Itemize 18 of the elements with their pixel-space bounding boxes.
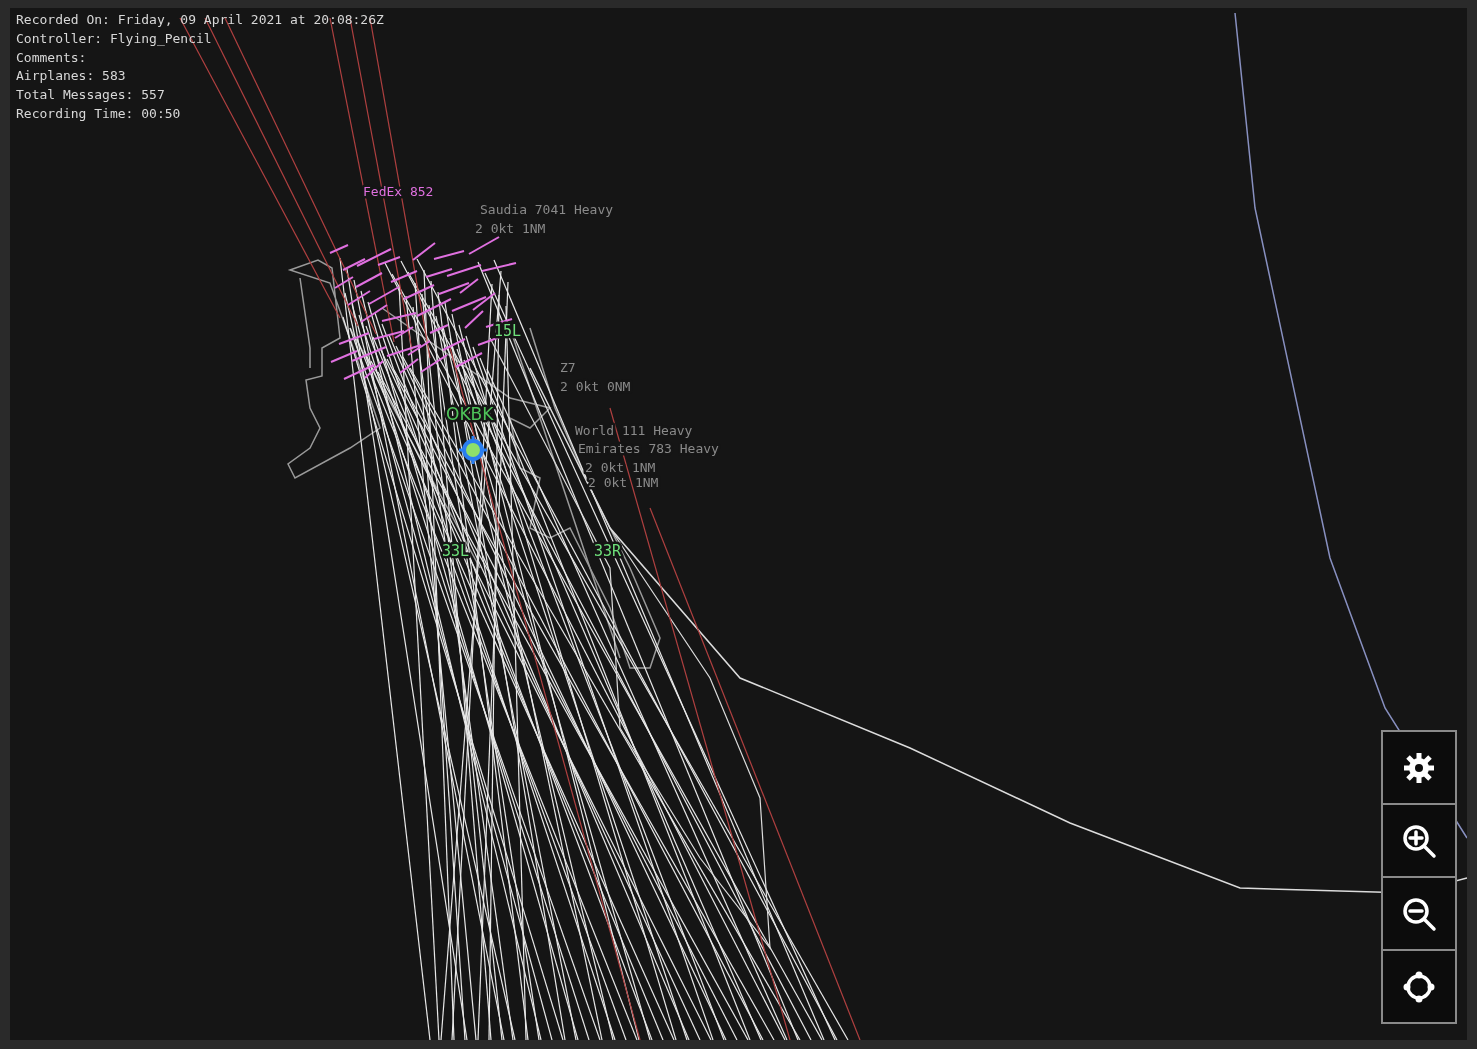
settings-button[interactable]: [1381, 730, 1457, 805]
info-text: Comments:: [16, 48, 88, 67]
aircraft-label[interactable]: Saudia 7041 Heavy: [480, 202, 614, 217]
info-text: Controller: Flying_Pencil: [16, 29, 213, 48]
zoom-in-button[interactable]: [1381, 803, 1457, 878]
info-text: Recorded On: Friday, 09 April 2021 at 20:08:26Z: [16, 11, 384, 29]
runway-label: 33L: [442, 542, 470, 560]
recenter-button[interactable]: [1381, 949, 1457, 1024]
aircraft-label[interactable]: 2 0kt 1NM: [585, 460, 656, 475]
zoom-out-button[interactable]: [1381, 876, 1457, 951]
info-text: Total Messages: 557: [16, 86, 166, 105]
aircraft-label[interactable]: 2 0kt 0NM: [560, 379, 631, 394]
info-text: Airplanes: 583: [16, 67, 127, 86]
position-marker-icon: [457, 434, 489, 466]
aircraft-label[interactable]: 2 0kt 1NM: [475, 221, 546, 236]
aircraft-label[interactable]: World 111 Heavy: [575, 423, 693, 438]
aircraft-label[interactable]: Z7: [560, 360, 576, 375]
info-text: Recording Time: 00:50: [16, 105, 182, 123]
